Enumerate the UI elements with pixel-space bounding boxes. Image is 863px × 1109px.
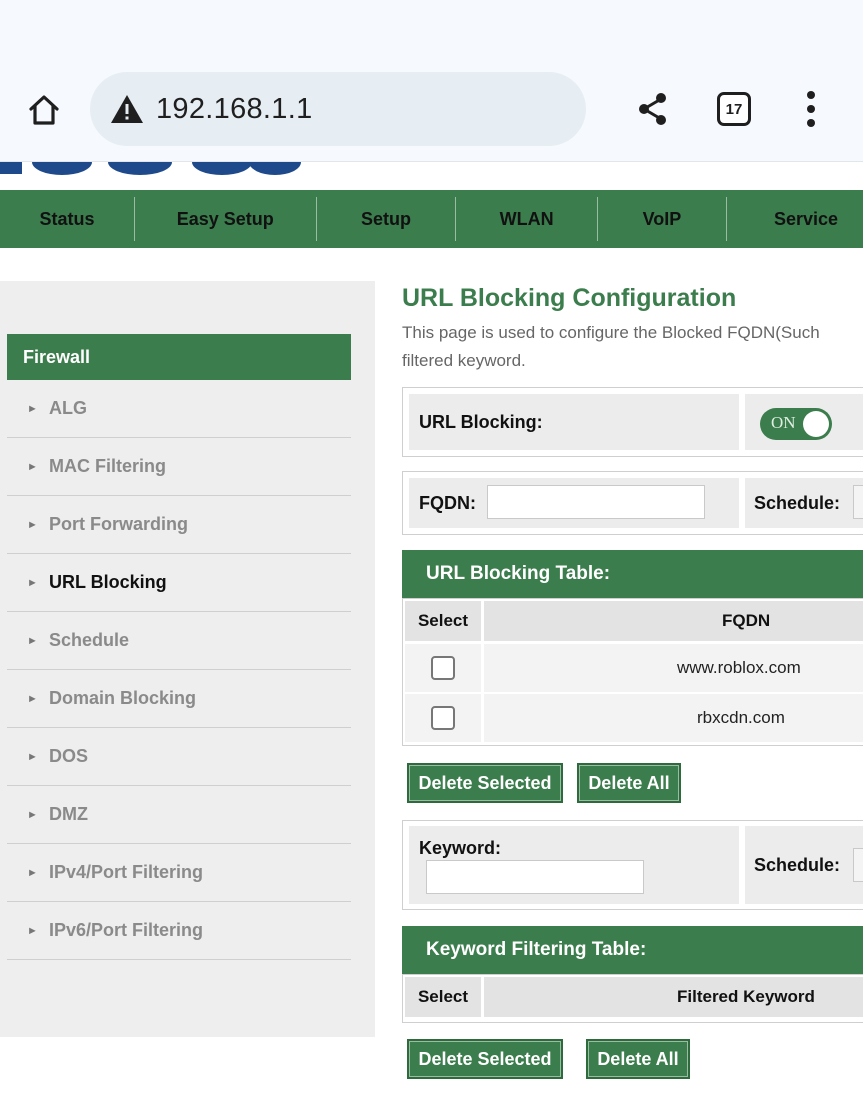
keyword-filtering-table: Select Filtered Keyword bbox=[402, 974, 863, 1023]
keyword-form: Keyword: Schedule: bbox=[402, 820, 863, 910]
url-blocking-table: Select FQDN www.roblox.com rbxcdn.com bbox=[402, 598, 863, 746]
sidebar-item-ipv6-port-filtering[interactable]: ► IPv6/Port Filtering bbox=[7, 902, 351, 960]
sidebar-item-alg[interactable]: ► ALG bbox=[7, 380, 351, 438]
toggle-label: ON bbox=[771, 413, 796, 432]
sidebar-item-ipv4-port-filtering[interactable]: ► IPv4/Port Filtering bbox=[7, 844, 351, 902]
col-select: Select bbox=[405, 977, 481, 1017]
delete-all-keyword-button[interactable]: Delete All bbox=[586, 1039, 690, 1079]
share-icon[interactable] bbox=[632, 88, 674, 130]
schedule-select[interactable] bbox=[853, 485, 863, 519]
row-select-cell bbox=[405, 644, 481, 692]
col-fqdn: FQDN bbox=[484, 601, 863, 641]
keyword-schedule-select[interactable] bbox=[853, 848, 863, 882]
browser-toolbar: 192.168.1.1 17 bbox=[0, 0, 863, 162]
sidebar-item-dos[interactable]: ► DOS bbox=[7, 728, 351, 786]
chevron-right-icon: ► bbox=[27, 692, 38, 705]
chevron-right-icon: ► bbox=[27, 518, 38, 531]
url-blocking-label: URL Blocking: bbox=[409, 394, 739, 450]
nav-wlan[interactable]: WLAN bbox=[456, 190, 597, 248]
col-select: Select bbox=[405, 601, 481, 641]
chevron-right-icon: ► bbox=[27, 460, 38, 473]
delete-all-url-button[interactable]: Delete All bbox=[577, 763, 681, 803]
nav-easy-setup[interactable]: Easy Setup bbox=[135, 190, 316, 248]
top-navigation: Status Easy Setup Setup WLAN VoIP Servic… bbox=[0, 190, 863, 248]
home-icon[interactable] bbox=[22, 88, 66, 132]
table-row-fqdn: rbxcdn.com bbox=[484, 694, 863, 742]
keyword-input[interactable] bbox=[426, 860, 644, 894]
nav-setup[interactable]: Setup bbox=[317, 190, 456, 248]
keyword-schedule-cell: Schedule: bbox=[745, 826, 863, 904]
sidebar-item-port-forwarding[interactable]: ► Port Forwarding bbox=[7, 496, 351, 554]
row-select-cell bbox=[405, 694, 481, 742]
chevron-right-icon: ► bbox=[27, 750, 38, 763]
delete-selected-keyword-button[interactable]: Delete Selected bbox=[407, 1039, 563, 1079]
brand-logo bbox=[0, 162, 863, 190]
chevron-right-icon: ► bbox=[27, 576, 38, 589]
nav-status[interactable]: Status bbox=[0, 190, 134, 248]
sidebar-item-url-blocking[interactable]: ► URL Blocking bbox=[7, 554, 351, 612]
page-title: URL Blocking Configuration bbox=[402, 284, 737, 312]
fqdn-input[interactable] bbox=[487, 485, 705, 519]
nav-voip[interactable]: VoIP bbox=[598, 190, 726, 248]
fqdn-label: FQDN: bbox=[419, 492, 476, 513]
col-filtered-keyword: Filtered Keyword bbox=[484, 977, 863, 1017]
chevron-right-icon: ► bbox=[27, 634, 38, 647]
schedule-cell: Schedule: bbox=[745, 478, 863, 528]
row-checkbox[interactable] bbox=[431, 656, 455, 680]
sidebar: Firewall ► ALG ► MAC Filtering ► Port Forwa… bbox=[0, 281, 375, 1037]
chevron-right-icon: ► bbox=[27, 402, 38, 415]
fqdn-form: FQDN: Schedule: bbox=[402, 471, 863, 535]
row-checkbox[interactable] bbox=[431, 706, 455, 730]
delete-selected-url-button[interactable]: Delete Selected bbox=[407, 763, 563, 803]
keyword-schedule-label: Schedule: bbox=[754, 854, 841, 875]
toggle-knob bbox=[803, 411, 829, 437]
url-blocking-toggle-section: URL Blocking: ON bbox=[402, 387, 863, 457]
sidebar-item-schedule[interactable]: ► Schedule bbox=[7, 612, 351, 670]
sidebar-item-dmz[interactable]: ► DMZ bbox=[7, 786, 351, 844]
sidebar-item-mac-filtering[interactable]: ► MAC Filtering bbox=[7, 438, 351, 496]
url-blocking-toggle[interactable]: ON bbox=[760, 408, 832, 440]
sidebar-item-domain-blocking[interactable]: ► Domain Blocking bbox=[7, 670, 351, 728]
sidebar-menu: ► ALG ► MAC Filtering ► Port Forwarding ► UR… bbox=[7, 380, 351, 960]
url-text[interactable]: 192.168.1.1 bbox=[156, 93, 313, 126]
chevron-right-icon: ► bbox=[27, 866, 38, 879]
schedule-label: Schedule: bbox=[754, 492, 841, 513]
warning-icon[interactable] bbox=[110, 94, 144, 124]
sidebar-header[interactable]: Firewall bbox=[7, 334, 351, 380]
page-description: This page is used to configure the Block… bbox=[402, 323, 820, 370]
more-menu-icon[interactable] bbox=[794, 88, 828, 130]
keyword-label: Keyword: bbox=[419, 838, 502, 858]
url-table-title: URL Blocking Table: bbox=[402, 550, 863, 598]
table-row-fqdn: www.roblox.com bbox=[484, 644, 863, 692]
nav-service[interactable]: Service bbox=[727, 190, 863, 248]
chevron-right-icon: ► bbox=[27, 808, 38, 821]
chevron-right-icon: ► bbox=[27, 924, 38, 937]
tab-switcher-button[interactable]: 17 bbox=[717, 89, 757, 129]
address-bar[interactable]: 192.168.1.1 bbox=[90, 72, 586, 146]
tab-count: 17 bbox=[717, 92, 751, 126]
keyword-table-title: Keyword Filtering Table: bbox=[402, 926, 863, 974]
